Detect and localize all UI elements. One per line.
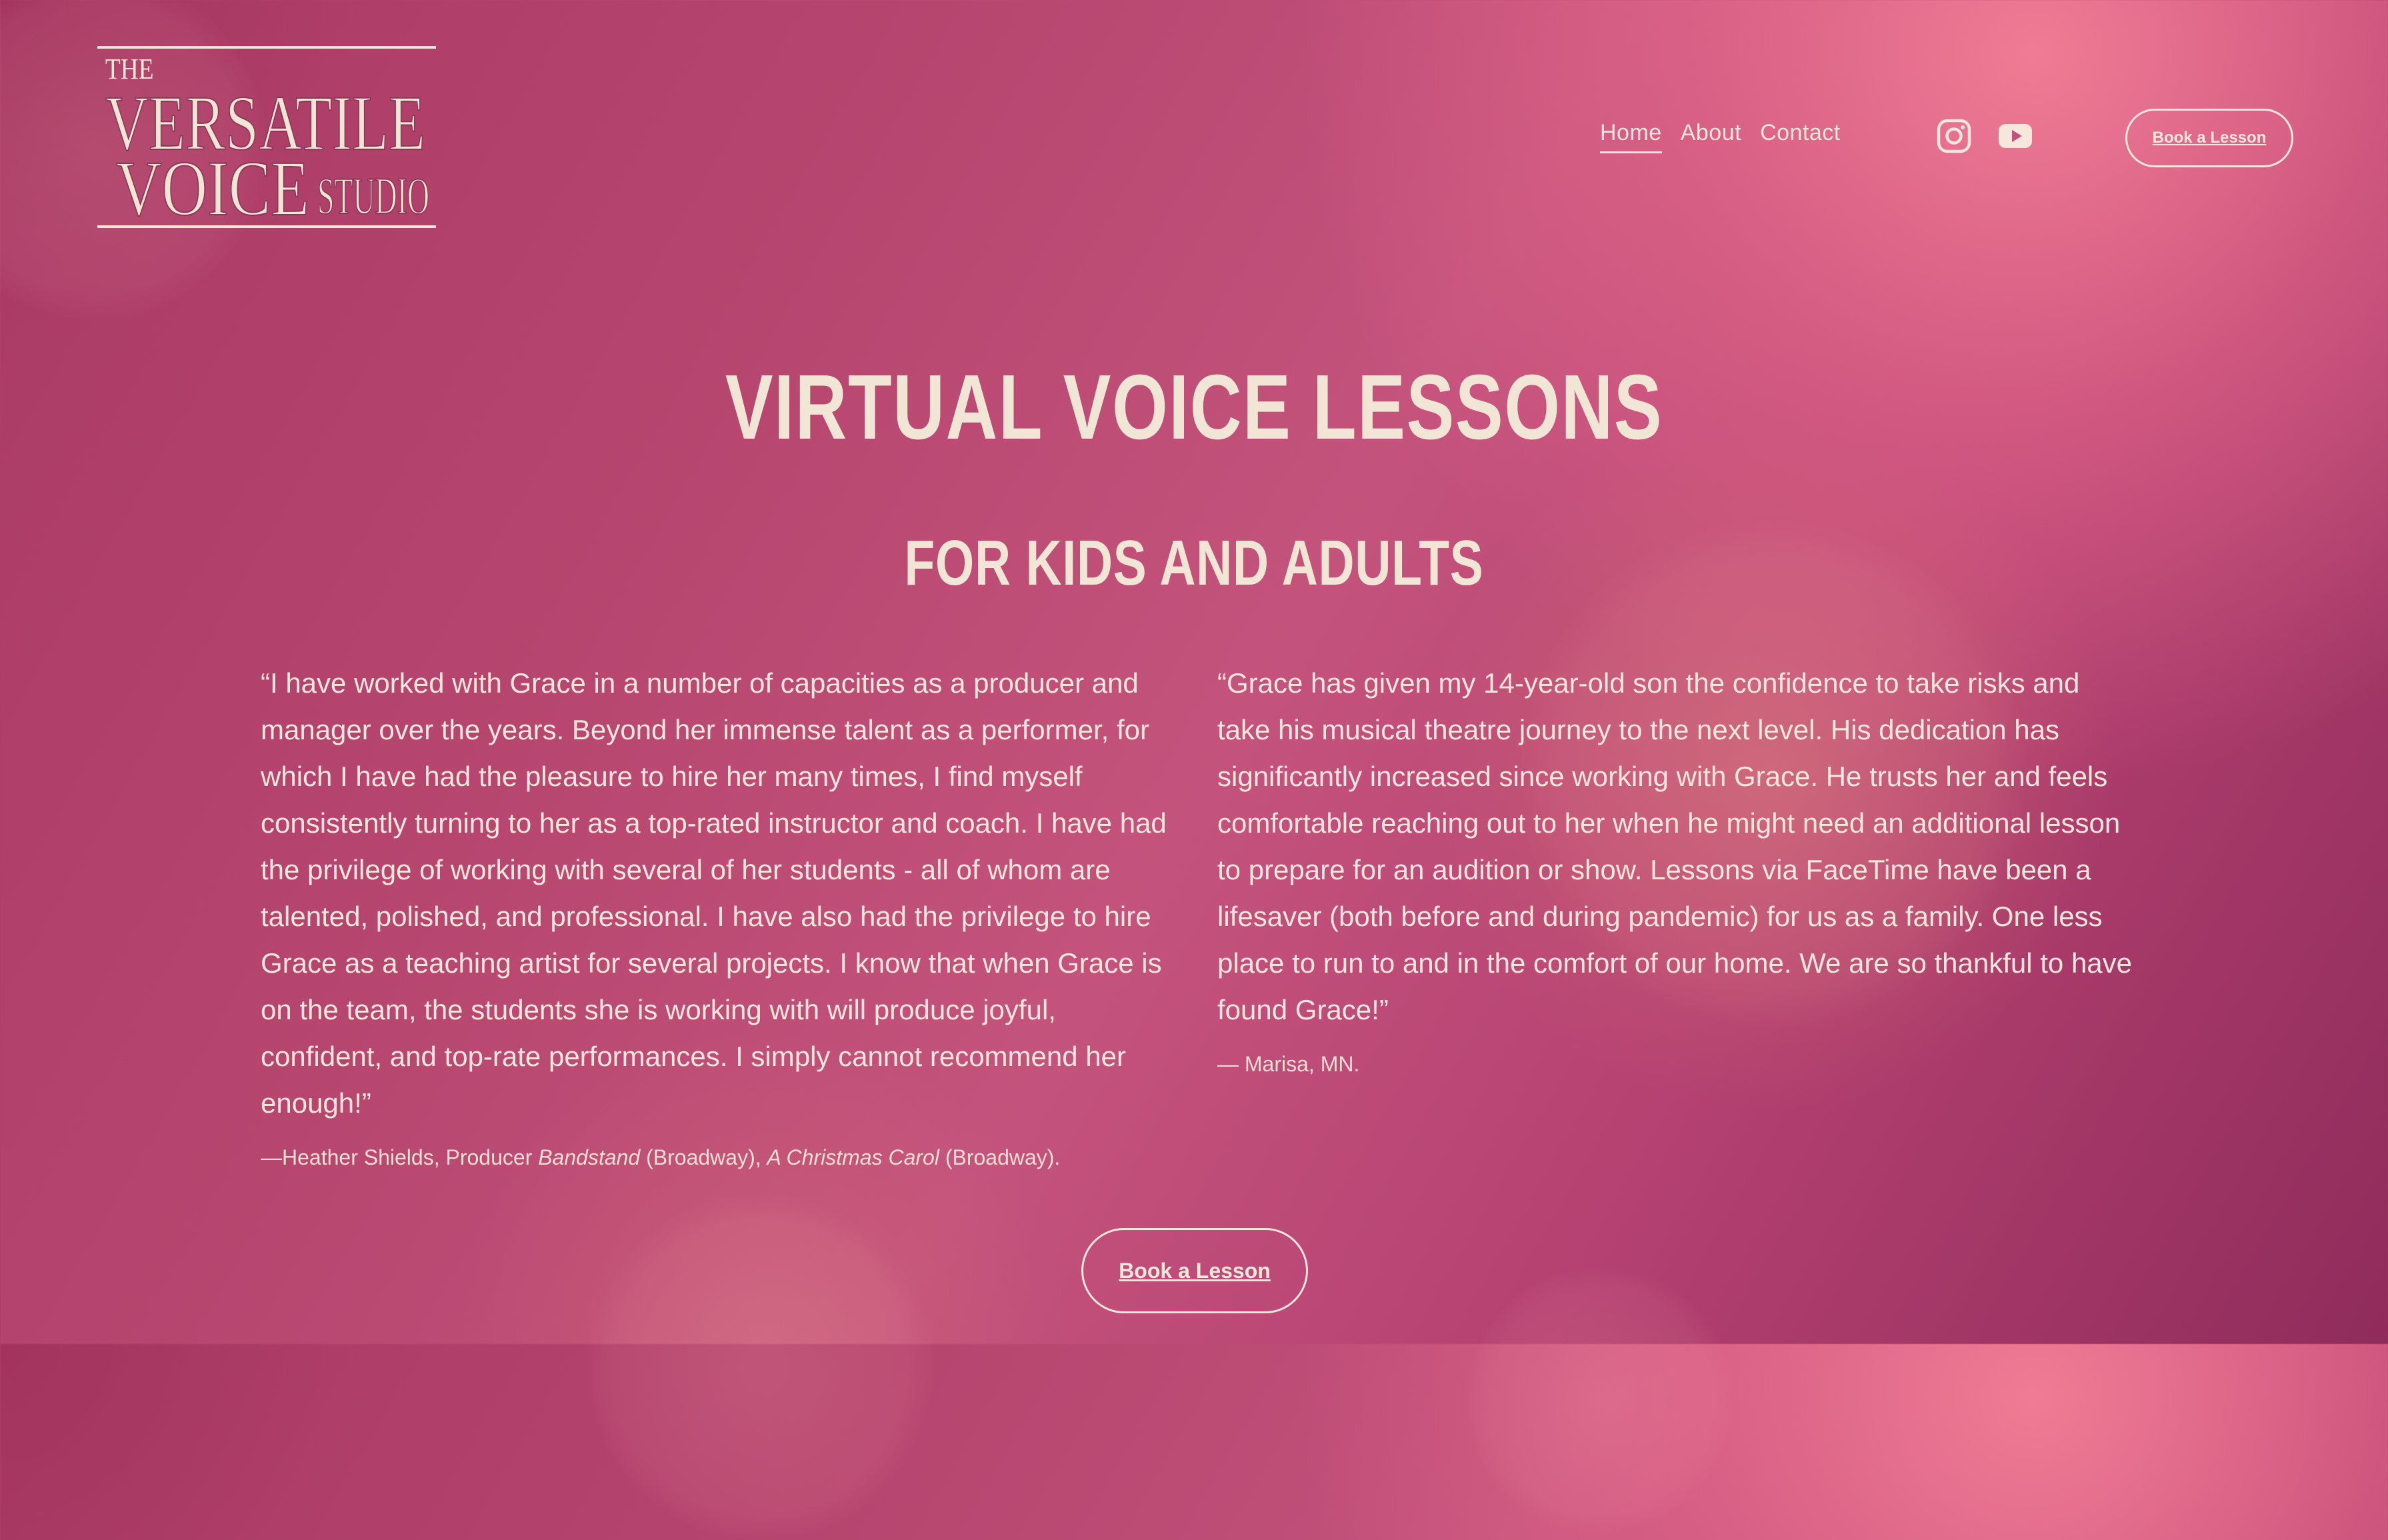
svg-text:VOICE: VOICE (116, 145, 309, 231)
testimonial-quote: “Grace has given my 14-year-old son the … (1217, 667, 2133, 1025)
attribution-show-title: A Christmas Carol (767, 1145, 939, 1169)
testimonial-card: “I have worked with Grace in a number of… (261, 660, 1181, 1172)
testimonial-attribution: —Heather Shields, Producer Bandstand (Br… (261, 1143, 1181, 1172)
instagram-icon[interactable] (1937, 119, 1971, 153)
site-logo[interactable]: THE VERSATILE VOICE STUDIO (97, 45, 436, 233)
testimonial-attribution: — Marisa, MN. (1217, 1052, 1360, 1076)
testimonial-quote: “I have worked with Grace in a number of… (261, 667, 1167, 1119)
social-links (1937, 119, 2033, 153)
attribution-show-title: Bandstand (538, 1145, 641, 1169)
book-lesson-button[interactable]: Book a Lesson (1081, 1228, 1308, 1313)
background-bokeh (587, 1193, 933, 1540)
nav-home-link[interactable]: Home (1600, 120, 1662, 153)
page-subtitle: FOR KIDS AND ADULTS (904, 527, 1484, 599)
svg-text:STUDIO: STUDIO (317, 167, 429, 225)
background-bokeh (1467, 1267, 1733, 1533)
attribution-venue: (Broadway). (939, 1145, 1061, 1169)
youtube-icon[interactable] (1998, 119, 2033, 153)
logo-mark: THE VERSATILE VOICE STUDIO (97, 46, 436, 233)
book-lesson-header-button[interactable]: Book a Lesson (2125, 109, 2293, 167)
page-title: VIRTUAL VOICE LESSONS (725, 356, 1663, 459)
nav-about-link[interactable]: About (1681, 120, 1741, 153)
attribution-venue: (Broadway), (640, 1145, 767, 1169)
nav-contact-link[interactable]: Contact (1760, 120, 1841, 153)
main-nav: Home About Contact (1600, 120, 1841, 153)
attribution-name: —Heather Shields, Producer (261, 1145, 539, 1169)
site-header: THE VERSATILE VOICE STUDIO Home About Co… (0, 0, 2388, 280)
testimonial-card: “Grace has given my 14-year-old son the … (1217, 660, 2137, 1079)
